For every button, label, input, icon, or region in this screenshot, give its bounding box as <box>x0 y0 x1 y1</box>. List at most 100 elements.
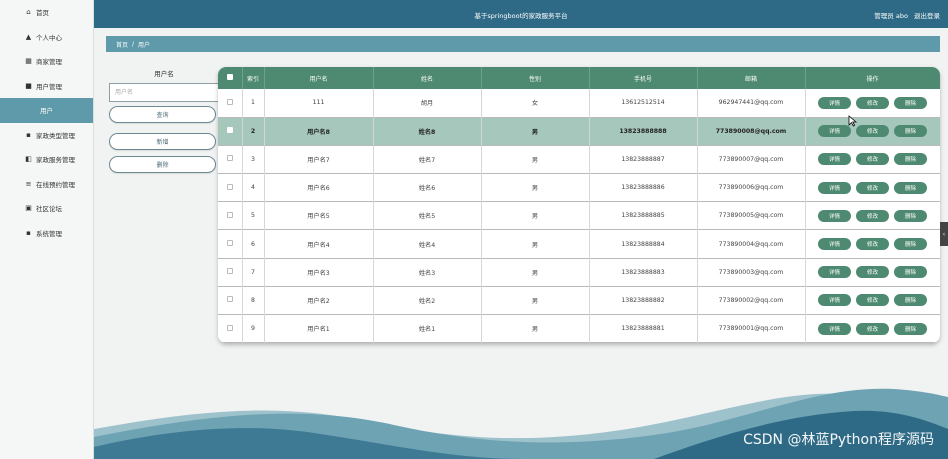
row-checkbox-cell[interactable] <box>218 314 243 343</box>
cell-gender: 男 <box>481 258 590 287</box>
sidebar-item-6[interactable]: ◧ 家政服务管理 <box>0 147 93 172</box>
collapse-handle-icon[interactable]: ‹ <box>940 222 948 246</box>
apps-icon: ▪ <box>26 130 31 139</box>
edit-button[interactable]: 修改 <box>856 294 889 307</box>
sidebar-item-3[interactable]: ■ 用户管理 <box>0 74 93 99</box>
table-row[interactable]: 5 用户名5 姓名5 男 13823888885 773890005@qq.com 详情 修改… <box>218 201 940 230</box>
edit-button[interactable]: 修改 <box>856 266 889 279</box>
detail-button[interactable]: 详情 <box>818 322 851 335</box>
row-checkbox[interactable] <box>226 183 233 190</box>
service-icon: ◧ <box>25 155 32 164</box>
sidebar-item-label: 社区论坛 <box>36 205 62 214</box>
row-checkbox[interactable] <box>226 98 233 105</box>
sidebar-item-label: 个人中心 <box>36 33 62 42</box>
delete-button[interactable]: 删除 <box>894 266 927 279</box>
delete-button[interactable]: 删除 <box>894 125 927 138</box>
logout-link[interactable]: 退出登录 <box>914 12 940 20</box>
edit-button[interactable]: 修改 <box>856 153 889 166</box>
row-actions: 详情 修改 删除 <box>806 294 940 307</box>
row-checkbox-cell[interactable] <box>218 89 243 118</box>
row-checkbox-cell[interactable] <box>218 173 243 202</box>
select-all-checkbox[interactable] <box>226 74 233 80</box>
detail-button[interactable]: 详情 <box>818 294 851 307</box>
sidebar-item-7[interactable]: ≡ 在线预约管理 <box>0 172 93 197</box>
detail-button[interactable]: 详情 <box>818 125 851 138</box>
row-checkbox[interactable] <box>226 240 233 247</box>
cell-email: 773890008@qq.com <box>697 117 806 146</box>
username-search-input[interactable] <box>109 83 219 102</box>
sidebar-item-1[interactable]: ▲ 个人中心 <box>0 25 93 50</box>
table-row[interactable]: 3 用户名7 姓名7 男 13823888887 773890007@qq.com 详情 修改… <box>218 145 940 174</box>
cell-gender: 男 <box>481 201 590 230</box>
table-row[interactable]: 1 111 胡月女 13612512514 962947441@qq.com 详情 修改 删除 <box>218 89 940 118</box>
sidebar-item-4[interactable]: 用户 <box>0 98 93 123</box>
row-checkbox[interactable] <box>226 324 233 331</box>
column-header[interactable] <box>218 67 243 89</box>
row-checkbox-cell[interactable] <box>218 201 243 230</box>
breadcrumb-home[interactable]: 首页 <box>116 40 128 49</box>
row-checkbox[interactable] <box>226 211 233 218</box>
detail-button[interactable]: 详情 <box>818 266 851 279</box>
detail-button[interactable]: 详情 <box>818 209 851 222</box>
table-row[interactable]: 9 用户名1 姓名1 男 13823888881 773890001@qq.com 详情 修改… <box>218 314 940 343</box>
edit-button[interactable]: 修改 <box>856 322 889 335</box>
table-row[interactable]: 7 用户名3 姓名3 男 13823888883 773890003@qq.com 详情 修改… <box>218 258 940 287</box>
detail-button[interactable]: 详情 <box>818 153 851 166</box>
edit-button[interactable]: 修改 <box>856 96 889 109</box>
person-icon: ▲ <box>25 32 32 41</box>
cell-username: 用户名2 <box>264 286 374 315</box>
sidebar-item-label: 用户 <box>40 107 53 116</box>
row-checkbox[interactable] <box>226 155 233 162</box>
detail-button[interactable]: 详情 <box>818 96 851 109</box>
sidebar-item-label: 家政服务管理 <box>36 156 75 165</box>
column-header: 邮箱 <box>697 67 806 89</box>
row-checkbox[interactable] <box>226 268 233 275</box>
detail-button[interactable]: 详情 <box>818 238 851 251</box>
table-row[interactable]: 4 用户名6 姓名6 男 13823888886 773890006@qq.com 详情 修改… <box>218 173 940 202</box>
cell-gender: 男 <box>481 314 590 343</box>
query-button[interactable]: 查询 <box>109 106 216 123</box>
row-checkbox[interactable] <box>226 296 233 303</box>
table-row[interactable]: 8 用户名2 姓名2 男 13823888882 773890002@qq.com 详情 修改… <box>218 286 940 315</box>
cell-index: 1 <box>242 89 265 118</box>
table-row[interactable]: 2 用户名8 姓名8 男 13823888888 773890008@qq.com 详情 修改… <box>218 117 940 146</box>
row-actions: 详情 修改 删除 <box>806 266 940 279</box>
batch-delete-button[interactable]: 删除 <box>109 156 216 173</box>
row-checkbox-cell[interactable] <box>218 229 243 259</box>
delete-button[interactable]: 删除 <box>894 153 927 166</box>
sidebar-item-0[interactable]: ⌂ 首页 <box>0 0 93 25</box>
cell-index: 7 <box>242 258 265 287</box>
edit-button[interactable]: 修改 <box>856 238 889 251</box>
detail-button[interactable]: 详情 <box>818 181 851 194</box>
delete-button[interactable]: 删除 <box>894 209 927 222</box>
cell-email: 773890001@qq.com <box>697 314 806 343</box>
sidebar-item-2[interactable]: ▦ 商家管理 <box>0 49 93 74</box>
row-checkbox-cell[interactable] <box>218 117 243 146</box>
row-checkbox-cell[interactable] <box>218 258 243 287</box>
cell-index: 3 <box>242 145 265 174</box>
row-checkbox-cell[interactable] <box>218 145 243 174</box>
cell-index: 4 <box>242 173 265 202</box>
cell-actions: 详情 修改 删除 <box>805 258 940 287</box>
sidebar-item-5[interactable]: ▪ 家政类型管理 <box>0 123 93 148</box>
edit-button[interactable]: 修改 <box>856 125 889 138</box>
row-checkbox-cell[interactable] <box>218 286 243 315</box>
delete-button[interactable]: 删除 <box>894 96 927 109</box>
delete-button[interactable]: 删除 <box>894 294 927 307</box>
edit-button[interactable]: 修改 <box>856 209 889 222</box>
cell-email: 773890006@qq.com <box>697 173 806 202</box>
table-row[interactable]: 6 用户名4 姓名4 男 13823888884 773890004@qq.com 详情 修改… <box>218 229 940 259</box>
cell-name: 姓名2 <box>373 286 482 315</box>
sidebar-item-8[interactable]: ▣ 社区论坛 <box>0 196 93 221</box>
search-panel: 用户名 查询 新增 删除 <box>106 68 219 173</box>
sidebar-item-9[interactable]: ▪ 系统管理 <box>0 221 93 246</box>
edit-button[interactable]: 修改 <box>856 181 889 194</box>
row-checkbox[interactable] <box>226 127 233 134</box>
delete-button[interactable]: 删除 <box>894 181 927 194</box>
cell-phone: 13612512514 <box>589 89 698 118</box>
add-button[interactable]: 新增 <box>109 133 216 150</box>
cell-gender: 男 <box>481 173 590 202</box>
delete-button[interactable]: 删除 <box>894 322 927 335</box>
sidebar-item-label: 家政类型管理 <box>36 131 75 140</box>
delete-button[interactable]: 删除 <box>894 238 927 251</box>
